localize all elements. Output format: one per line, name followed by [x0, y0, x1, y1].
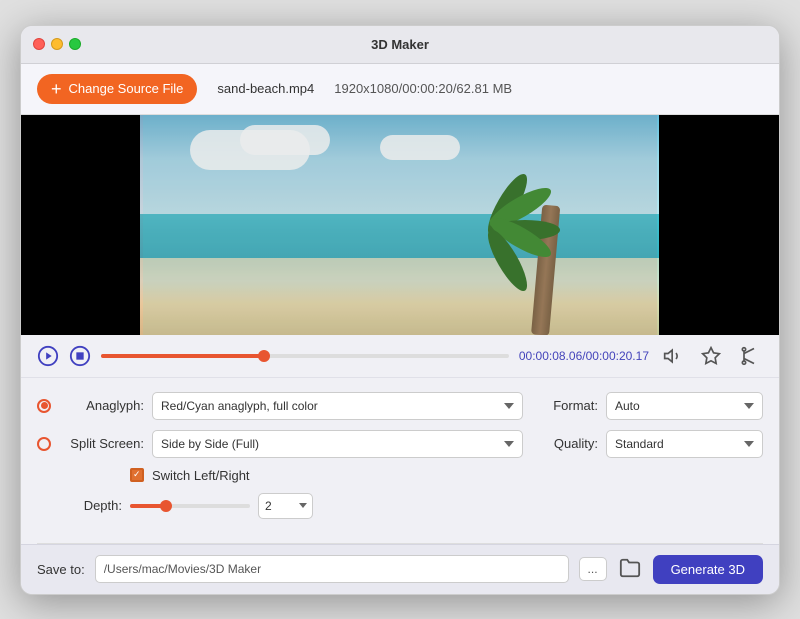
close-button[interactable]	[33, 38, 45, 50]
settings-area: Anaglyph: Red/Cyan anaglyph, full color …	[21, 378, 779, 543]
file-name: sand-beach.mp4	[217, 81, 314, 96]
format-label: Format:	[543, 398, 598, 413]
depth-row: Depth: 1 2 3 4 5	[37, 493, 523, 519]
cut-icon-button[interactable]	[735, 346, 763, 366]
format-select[interactable]: Auto MP4 MKV	[606, 392, 763, 420]
anaglyph-radio[interactable]	[37, 399, 51, 413]
quality-select[interactable]: Standard High Ultra	[606, 430, 763, 458]
stop-button[interactable]	[69, 345, 91, 367]
volume-button[interactable]	[659, 346, 687, 366]
play-button[interactable]	[37, 345, 59, 367]
window-title: 3D Maker	[371, 37, 429, 52]
ellipsis-button[interactable]: ...	[579, 557, 607, 581]
progress-track[interactable]	[101, 354, 509, 358]
anaglyph-row: Anaglyph: Red/Cyan anaglyph, full color …	[37, 392, 523, 420]
file-info: 1920x1080/00:00:20/62.81 MB	[334, 81, 512, 96]
black-bar-left	[21, 115, 141, 335]
switch-label: Switch Left/Right	[152, 468, 250, 483]
quality-label: Quality:	[543, 436, 598, 451]
switch-checkbox[interactable]	[130, 468, 144, 482]
video-area	[21, 115, 779, 335]
generate-3d-button[interactable]: Generate 3D	[653, 555, 763, 584]
anaglyph-cyan	[143, 115, 660, 335]
change-source-button[interactable]: + Change Source File	[37, 74, 197, 104]
maximize-button[interactable]	[69, 38, 81, 50]
split-screen-radio[interactable]	[37, 437, 51, 451]
split-screen-label: Split Screen:	[59, 436, 144, 451]
depth-thumb	[160, 500, 172, 512]
time-total: 00:00:20.17	[586, 349, 649, 363]
save-to-label: Save to:	[37, 562, 85, 577]
depth-label: Depth:	[37, 498, 122, 513]
format-row: Format: Auto MP4 MKV	[543, 392, 763, 420]
traffic-lights	[33, 38, 81, 50]
time-current: 00:00:08.06	[519, 349, 582, 363]
split-screen-row: Split Screen: Side by Side (Full) Side b…	[37, 430, 523, 458]
progress-fill	[101, 354, 264, 358]
plus-icon: +	[51, 80, 62, 98]
depth-value-select[interactable]: 1 2 3 4 5	[258, 493, 313, 519]
settings-left: Anaglyph: Red/Cyan anaglyph, full color …	[37, 392, 523, 529]
playback-bar: 00:00:08.06/00:00:20.17	[21, 335, 779, 378]
title-bar: 3D Maker	[21, 26, 779, 64]
time-display: 00:00:08.06/00:00:20.17	[519, 349, 649, 363]
save-path-input[interactable]	[95, 555, 569, 583]
anaglyph-select[interactable]: Red/Cyan anaglyph, full color Red/Cyan a…	[152, 392, 523, 420]
depth-slider-track[interactable]	[130, 504, 250, 508]
minimize-button[interactable]	[51, 38, 63, 50]
black-bar-right	[659, 115, 779, 335]
bottom-bar: Save to: ... Generate 3D	[21, 544, 779, 594]
star-icon-button[interactable]	[697, 346, 725, 366]
quality-row: Quality: Standard High Ultra	[543, 430, 763, 458]
folder-button[interactable]	[617, 555, 643, 584]
progress-thumb	[258, 350, 270, 362]
change-source-label: Change Source File	[69, 81, 184, 96]
video-frame	[140, 115, 660, 335]
main-window: 3D Maker + Change Source File sand-beach…	[20, 25, 780, 595]
depth-controls: 1 2 3 4 5	[130, 493, 313, 519]
settings-right: Format: Auto MP4 MKV Quality: Standard H…	[543, 392, 763, 529]
toolbar: + Change Source File sand-beach.mp4 1920…	[21, 64, 779, 115]
anaglyph-label: Anaglyph:	[59, 398, 144, 413]
split-screen-select[interactable]: Side by Side (Full) Side by Side (Half) …	[152, 430, 523, 458]
switch-row: Switch Left/Right	[37, 468, 523, 483]
